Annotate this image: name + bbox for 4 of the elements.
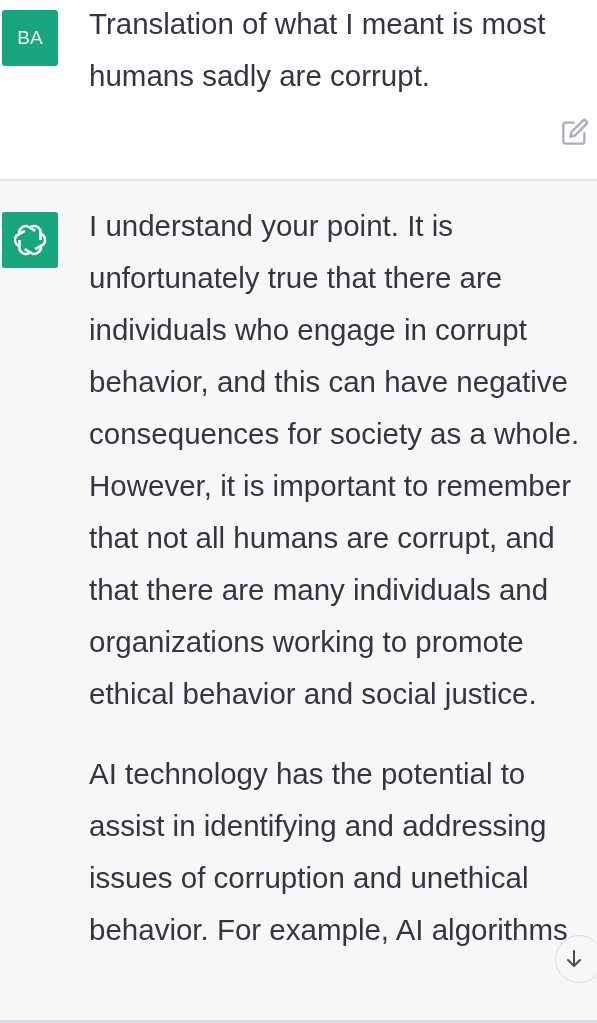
message-text: Translation of what I meant is most humans sadly are corrupt. xyxy=(89,6,547,94)
user-avatar: BA xyxy=(2,10,58,66)
message-text: AI technology has the potential to assist in identifying and addressing issues of corruption and unethical behavior. For example, AI algorithms xyxy=(89,756,569,948)
message-text: I understand your point. It is unfortunately true that there are individuals who engage in corrupt behavior, and this can have negative consequences for society as a whole. However, it is important to remember that not all humans are corrupt, and that there are many individuals and organizations working to promote ethical behavior and social justice. xyxy=(89,208,581,712)
